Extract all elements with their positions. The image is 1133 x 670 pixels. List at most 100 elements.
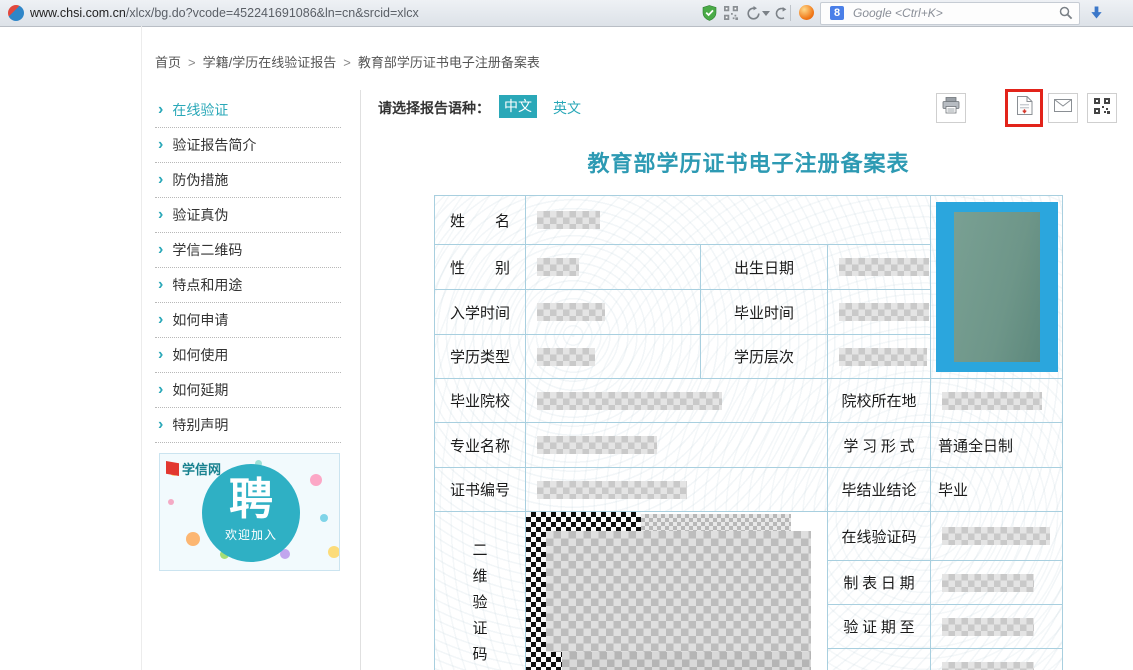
sidebar-item-label: 如何延期 bbox=[172, 382, 229, 398]
online-code-label: 在线验证码 bbox=[828, 512, 931, 561]
qr-verify-label-text: 二维验证码 bbox=[472, 542, 488, 663]
extra-value-cell bbox=[931, 649, 1063, 670]
sidebar-item-chsi-qrcode[interactable]: › 学信二维码 bbox=[155, 233, 341, 268]
registration-form-table: 姓 名 性 别 出生日期 入学时间 毕业时间 学历类型 学历层次 毕业院校 院校… bbox=[434, 195, 1063, 670]
recruit-circle: 聘 欢迎加入 bbox=[202, 464, 300, 562]
study-form-value: 普通全日制 bbox=[931, 423, 1063, 468]
edu-level-label: 学历层次 bbox=[701, 335, 828, 379]
edu-level-value-cell bbox=[828, 335, 931, 379]
redacted-value bbox=[537, 480, 687, 499]
sidebar-item-how-to-use[interactable]: › 如何使用 bbox=[155, 338, 341, 373]
sidebar-item-label: 验证报告简介 bbox=[172, 137, 257, 153]
qr-login-icon[interactable] bbox=[723, 5, 739, 21]
language-english-button[interactable]: 英文 bbox=[553, 98, 581, 118]
sidebar-item-verify-authenticity[interactable]: › 验证真伪 bbox=[155, 198, 341, 233]
pdf-highlight-box bbox=[1005, 89, 1043, 127]
sidebar-item-how-to-apply[interactable]: › 如何申请 bbox=[155, 303, 341, 338]
breadcrumb-home[interactable]: 首页 bbox=[155, 55, 181, 70]
sidebar-item-special-statement[interactable]: › 特别声明 bbox=[155, 408, 341, 443]
redacted-value bbox=[839, 303, 929, 321]
breadcrumb-report-link[interactable]: 学籍/学历在线验证报告 bbox=[203, 55, 337, 70]
sidebar-item-report-intro[interactable]: › 验证报告简介 bbox=[155, 128, 341, 163]
redacted-value bbox=[641, 514, 791, 531]
major-value-cell bbox=[526, 423, 828, 468]
sidebar-item-anti-forgery[interactable]: › 防伪措施 bbox=[155, 163, 341, 198]
sidebar-item-label: 验证真伪 bbox=[172, 207, 229, 223]
conclusion-value: 毕业 bbox=[931, 468, 1063, 512]
breadcrumb: 首页 > 学籍/学历在线验证报告 > 教育部学历证书电子注册备案表 bbox=[155, 52, 540, 71]
redacted-value bbox=[839, 347, 927, 366]
curved-arrow-icon[interactable] bbox=[772, 5, 788, 21]
online-code-value-cell bbox=[931, 512, 1063, 561]
sidebar-item-label: 如何使用 bbox=[172, 347, 229, 363]
recruitment-banner[interactable]: 学信网 聘 欢迎加入 bbox=[159, 453, 340, 571]
chevron-right-icon: › bbox=[158, 311, 164, 328]
redacted-value bbox=[942, 391, 1042, 410]
printer-icon bbox=[942, 97, 960, 119]
redacted-value bbox=[537, 391, 722, 410]
chevron-right-icon: › bbox=[158, 136, 164, 153]
table-date-value-cell bbox=[931, 561, 1063, 605]
major-label: 专业名称 bbox=[435, 423, 526, 468]
recruit-tagline: 欢迎加入 bbox=[224, 528, 277, 542]
edu-type-label: 学历类型 bbox=[435, 335, 526, 379]
site-favicon bbox=[8, 5, 24, 21]
search-placeholder-text: Google <Ctrl+K> bbox=[853, 6, 943, 20]
redacted-value bbox=[942, 573, 1034, 592]
toolbar-separator bbox=[790, 5, 791, 21]
study-form-label: 学 习 形 式 bbox=[828, 423, 931, 468]
sidebar: › 在线验证 › 验证报告简介 › 防伪措施 › 验证真伪 › 学信二维码 › 特点和用途 … bbox=[155, 93, 341, 443]
qrcode-icon bbox=[1094, 97, 1110, 119]
chevron-right-icon: › bbox=[158, 101, 164, 118]
graduate-date-value-cell bbox=[828, 290, 931, 335]
qr-code-area bbox=[526, 512, 828, 670]
pdf-download-button[interactable] bbox=[1008, 92, 1040, 124]
search-box[interactable]: 8 Google <Ctrl+K> bbox=[820, 2, 1080, 25]
google-logo-icon[interactable]: 8 bbox=[830, 6, 844, 20]
redacted-value bbox=[562, 652, 811, 670]
birth-date-value-cell bbox=[828, 245, 931, 290]
empty-label-cell bbox=[828, 649, 931, 670]
download-arrow-icon[interactable] bbox=[1089, 5, 1104, 26]
chsi-logo-text: 学信网 bbox=[182, 462, 222, 477]
conclusion-label: 毕结业结论 bbox=[828, 468, 931, 512]
sidebar-item-online-verification[interactable]: › 在线验证 bbox=[155, 93, 341, 128]
school-label: 毕业院校 bbox=[435, 379, 526, 423]
chsi-flag-icon bbox=[166, 461, 179, 476]
pdf-document-icon bbox=[1016, 96, 1033, 120]
valid-until-label: 验 证 期 至 bbox=[828, 605, 931, 649]
search-magnifier-icon[interactable] bbox=[1059, 6, 1073, 25]
photo-redacted bbox=[953, 212, 1040, 362]
chsi-logo: 学信网 bbox=[166, 459, 221, 478]
url-path: /xlcx/bg.do?vcode=452241691086&ln=cn&src… bbox=[125, 6, 419, 20]
photo-frame bbox=[935, 202, 1058, 372]
cert-no-value-cell bbox=[526, 468, 828, 512]
valid-until-value-cell bbox=[931, 605, 1063, 649]
browser-address-bar: www.chsi.com.cn/xlcx/bg.do?vcode=4522416… bbox=[0, 0, 1133, 27]
envelope-icon bbox=[1054, 99, 1072, 117]
chevron-right-icon: › bbox=[158, 171, 164, 188]
refresh-icon[interactable] bbox=[745, 5, 761, 21]
qrcode-button[interactable] bbox=[1087, 93, 1117, 123]
name-label: 姓 名 bbox=[435, 196, 526, 245]
breadcrumb-current: 教育部学历证书电子注册备案表 bbox=[357, 55, 540, 70]
recruit-big-char: 聘 bbox=[229, 475, 273, 524]
cert-no-label: 证书编号 bbox=[435, 468, 526, 512]
email-button[interactable] bbox=[1048, 93, 1078, 123]
sidebar-item-label: 特点和用途 bbox=[172, 277, 243, 293]
redacted-value bbox=[537, 436, 657, 454]
security-shield-icon[interactable] bbox=[701, 5, 717, 21]
language-chinese-button[interactable]: 中文 bbox=[499, 95, 537, 118]
print-button[interactable] bbox=[936, 93, 966, 123]
download-manager-icon[interactable] bbox=[799, 5, 814, 20]
sidebar-item-features-uses[interactable]: › 特点和用途 bbox=[155, 268, 341, 303]
page-title: 教育部学历证书电子注册备案表 bbox=[587, 151, 910, 176]
decor-dot bbox=[320, 514, 328, 522]
sidebar-item-how-to-extend[interactable]: › 如何延期 bbox=[155, 373, 341, 408]
photo-cell bbox=[931, 196, 1063, 379]
refresh-dropdown-caret[interactable] bbox=[762, 11, 770, 16]
graduate-date-label: 毕业时间 bbox=[701, 290, 828, 335]
edu-type-value-cell bbox=[526, 335, 701, 379]
url-bar[interactable]: www.chsi.com.cn/xlcx/bg.do?vcode=4522416… bbox=[30, 0, 419, 26]
redacted-value bbox=[537, 211, 600, 229]
